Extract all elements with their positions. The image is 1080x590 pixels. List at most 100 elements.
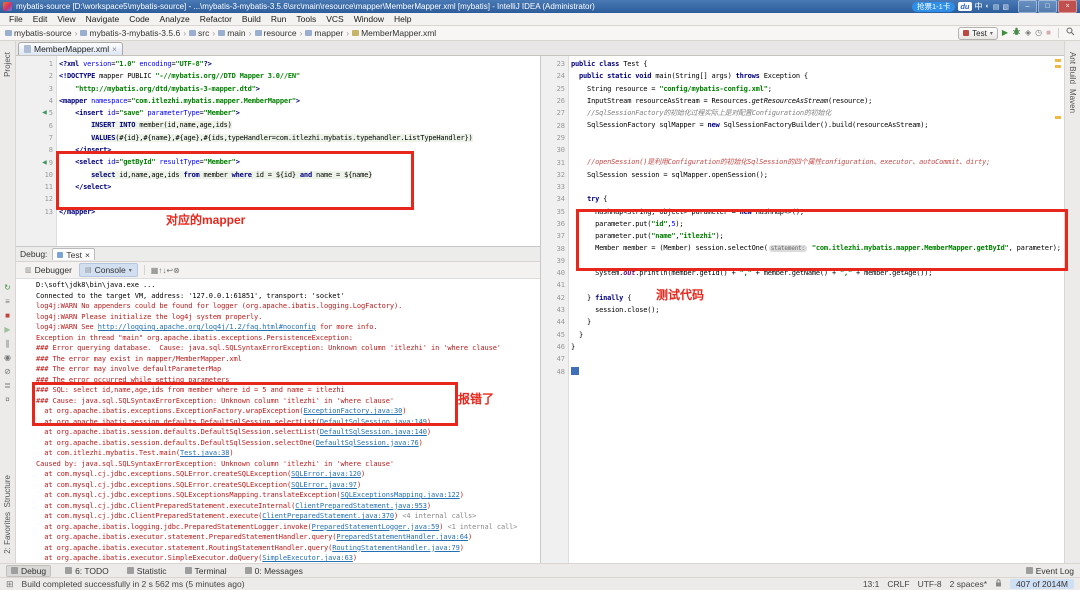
code-line[interactable]: at com.mysql.cj.jdbc.ClientPreparedState… (36, 511, 538, 522)
thread-dump-icon[interactable]: ≣ (4, 381, 11, 391)
menu-item-refactor[interactable]: Refactor (195, 14, 237, 24)
code-line[interactable] (571, 132, 1061, 144)
code-line[interactable]: at com.mysql.cj.jdbc.exceptions.SQLError… (36, 480, 538, 491)
breadcrumb-item[interactable]: mapper (305, 28, 343, 38)
vlabel-maven[interactable]: Maven (1068, 89, 1077, 113)
code-line[interactable]: } (571, 316, 1061, 328)
code-line[interactable]: at org.apache.ibatis.exceptions.Exceptio… (36, 406, 538, 417)
code-line[interactable]: log4j:WARN No appenders could be found f… (36, 301, 538, 312)
debug-button[interactable] (1012, 27, 1021, 39)
breadcrumb-item[interactable]: MemberMapper.xml (352, 28, 436, 38)
stacktrace-link[interactable]: PreparedStatementHandler.java:64 (336, 533, 468, 541)
close-button[interactable]: × (1058, 0, 1077, 13)
menu-item-vcs[interactable]: VCS (321, 14, 348, 24)
code-line[interactable] (571, 144, 1061, 156)
code-line[interactable]: at org.apache.ibatis.logging.jdbc.Prepar… (36, 522, 538, 533)
code-line[interactable]: parameter.put("id",5); (571, 218, 1061, 230)
memory-indicator[interactable]: 407 of 2014M (1010, 579, 1074, 589)
code-line[interactable]: ### Error querying database. Cause: java… (36, 343, 538, 354)
error-stripe-mark[interactable] (1055, 59, 1061, 62)
stacktrace-link[interactable]: SimpleExecutor.java:63 (262, 554, 353, 562)
tool-window-button-terminal[interactable]: Terminal (181, 565, 231, 577)
code-line[interactable]: at org.apache.ibatis.executor.statement.… (36, 543, 538, 554)
code-line[interactable]: at com.itlezhi.mybatis.Test.main(Test.ja… (36, 448, 538, 459)
stacktrace-link[interactable]: ClientPreparedStatement.java:370 (262, 512, 394, 520)
stop-button[interactable]: ■ (1046, 28, 1051, 38)
tool-window-button-debug[interactable]: Debug (6, 565, 51, 577)
code-line[interactable]: <!DOCTYPE mapper PUBLIC "-//mybatis.org/… (59, 70, 473, 82)
code-line[interactable]: String resource = "config/mybatis-config… (571, 83, 1061, 95)
pause-icon[interactable]: ∥ (6, 339, 10, 349)
stacktrace-link[interactable]: http://logging.apache.org/log4j/1.2/faq.… (98, 323, 316, 331)
stacktrace-link[interactable]: DefaultSqlSession.java:76 (316, 439, 419, 447)
vlabel-structure[interactable]: Structure (3, 475, 12, 507)
code-line[interactable]: SqlSession session = sqlMapper.openSessi… (571, 169, 1061, 181)
tool-window-button-6-todo[interactable]: 6: TODO (61, 565, 113, 577)
stacktrace-link[interactable]: ClientPreparedStatement.java:953 (295, 502, 427, 510)
minimize-button[interactable]: – (1018, 0, 1037, 13)
stacktrace-link[interactable]: PreparedStatementLogger.java:59 (312, 523, 440, 531)
code-line[interactable]: at com.mysql.cj.jdbc.exceptions.SQLError… (36, 469, 538, 480)
stacktrace-link[interactable]: SQLError.java:97 (291, 481, 357, 489)
maximize-button[interactable]: □ (1038, 0, 1057, 13)
debug-session-tab[interactable]: Test × (52, 248, 95, 260)
menu-item-window[interactable]: Window (349, 14, 389, 24)
code-line[interactable] (571, 353, 1061, 365)
code-line[interactable]: log4j:WARN See http://logging.apache.org… (36, 322, 538, 333)
code-line[interactable]: <insert id="save" parameterType="Member"… (59, 107, 473, 119)
stacktrace-link[interactable]: SQLExceptionsMapping.java:122 (340, 491, 459, 499)
code-line[interactable]: log4j:WARN Please initialize the log4j s… (36, 312, 538, 323)
java-editor[interactable]: 2324252627282930313233343536373839404142… (540, 56, 1064, 563)
ime-language-toggle[interactable]: 中 (975, 1, 983, 12)
event-log-button[interactable]: Event Log (1026, 566, 1074, 576)
code-line[interactable]: session.close(); (571, 304, 1061, 316)
code-line[interactable]: select id,name,age,ids from member where… (59, 169, 473, 181)
tool-window-button-statistic[interactable]: Statistic (123, 565, 171, 577)
stacktrace-link[interactable]: SQLError.java:120 (291, 470, 361, 478)
ime-settings-icon[interactable]: ▧ (1002, 3, 1009, 11)
code-line[interactable] (571, 255, 1061, 267)
mapper-nav-arrow-icon[interactable]: ◀ (42, 110, 47, 116)
stacktrace-link[interactable]: DefaultSqlSession.java:140 (320, 428, 427, 436)
menu-item-analyze[interactable]: Analyze (155, 14, 195, 24)
ime-logo-icon[interactable]: du (958, 2, 971, 11)
code-line[interactable]: at org.apache.ibatis.executor.SimpleExec… (36, 553, 538, 563)
ime-tool-icon[interactable]: ◐ (986, 3, 990, 10)
code-line[interactable]: "http://mybatis.org/dtd/mybatis-3-mapper… (59, 83, 473, 95)
breadcrumb-item[interactable]: src (189, 28, 209, 38)
code-line[interactable]: //openSession()是利用Configuration的初始化SqlSe… (571, 156, 1061, 168)
pin-icon[interactable]: ¤ (5, 395, 9, 405)
menu-item-help[interactable]: Help (389, 14, 416, 24)
vlabel-2-favorites[interactable]: 2: Favorites (3, 512, 12, 554)
code-line[interactable]: public class Test { (571, 58, 1061, 70)
code-line[interactable] (571, 365, 1061, 377)
breadcrumb-item[interactable]: mybatis-3-mybatis-3.5.6 (80, 28, 180, 38)
search-everywhere-button[interactable] (1066, 27, 1075, 39)
clear-icon[interactable]: ⊗ (173, 266, 180, 275)
vlabel-ant-build[interactable]: Ant Build (1068, 52, 1077, 84)
code-line[interactable]: at org.apache.ibatis.session.defaults.De… (36, 438, 538, 449)
code-line[interactable]: } (571, 329, 1061, 341)
tab-console[interactable]: ▤ Console ▾ (79, 263, 138, 277)
mapper-nav-arrow-icon[interactable]: ◀ (42, 160, 47, 166)
lock-icon[interactable] (995, 579, 1002, 589)
resume-icon[interactable]: ▶ (4, 325, 10, 335)
code-line[interactable]: </insert> (59, 144, 473, 156)
vlabel-project[interactable]: Project (3, 52, 12, 77)
code-line[interactable]: </select> (59, 181, 473, 193)
breadcrumb-item[interactable]: resource (255, 28, 297, 38)
code-line[interactable]: at com.mysql.cj.jdbc.ClientPreparedState… (36, 501, 538, 512)
error-stripe-mark[interactable] (1055, 65, 1061, 68)
view-breakpoints-icon[interactable]: ◉ (4, 353, 11, 363)
code-line[interactable]: Connected to the target VM, address: '12… (36, 291, 538, 302)
code-line[interactable]: parameter.put("name","itlezhi"); (571, 230, 1061, 242)
menu-item-run[interactable]: Run (266, 14, 292, 24)
rerun-icon[interactable]: ↻ (4, 283, 11, 293)
code-line[interactable]: Exception in thread "main" org.apache.ib… (36, 333, 538, 344)
stop-icon[interactable]: ■ (5, 311, 10, 321)
code-line[interactable]: at org.apache.ibatis.session.defaults.De… (36, 417, 538, 428)
code-line[interactable]: public static void main(String[] args) t… (571, 70, 1061, 82)
xml-editor[interactable]: 1234◀5678◀910111213 <?xml version="1.0" … (16, 56, 540, 246)
debug-console[interactable]: D:\soft\jdk8\bin\java.exe ...Connected t… (36, 278, 538, 563)
code-line[interactable]: ### The error may involve defaultParamet… (36, 364, 538, 375)
